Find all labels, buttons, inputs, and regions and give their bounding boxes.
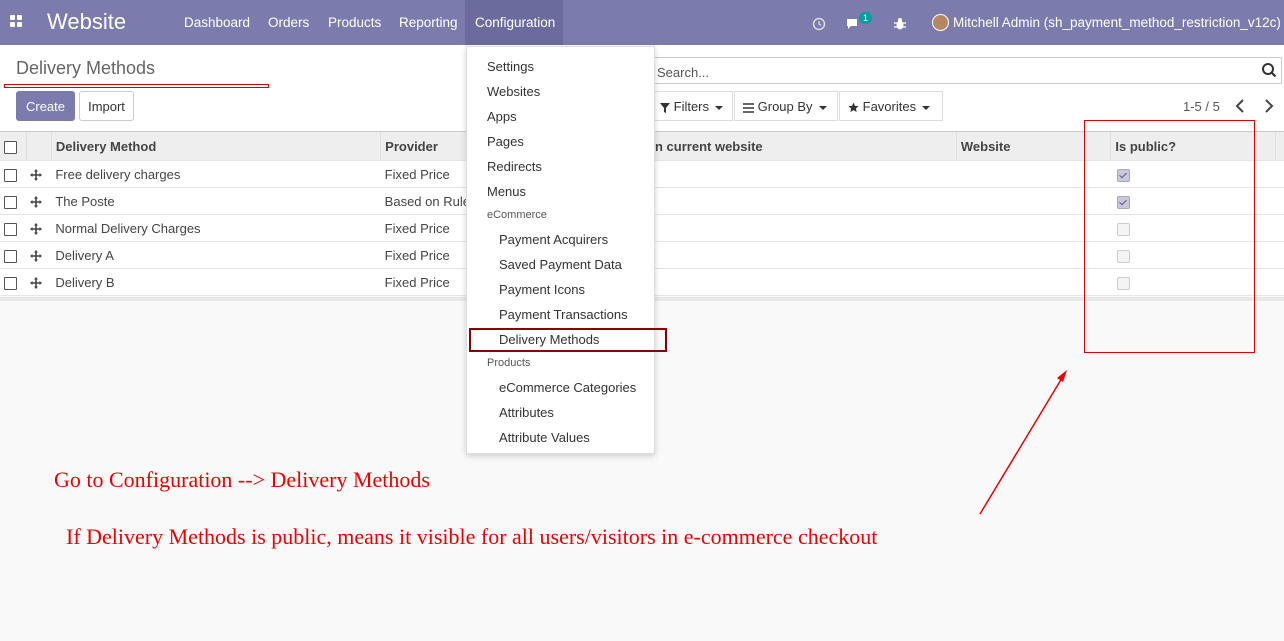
drag-handle[interactable] bbox=[26, 187, 52, 215]
row-select-cell[interactable] bbox=[0, 241, 27, 269]
drag-handle[interactable] bbox=[26, 214, 52, 242]
column-delivery-method[interactable]: Delivery Method bbox=[51, 132, 382, 161]
filter-icon bbox=[660, 102, 670, 113]
menu-attributes[interactable]: Attributes bbox=[499, 405, 554, 420]
drag-handle-icon[interactable] bbox=[30, 223, 43, 236]
annotation-arrow-icon bbox=[979, 370, 1067, 515]
row-select-cell[interactable] bbox=[0, 187, 27, 215]
row-select-cell[interactable] bbox=[0, 268, 27, 296]
chat-badge: 1 bbox=[859, 12, 873, 24]
list-icon bbox=[743, 102, 754, 113]
search-input[interactable] bbox=[655, 61, 1249, 83]
create-button[interactable]: Create bbox=[16, 91, 75, 121]
menu-websites[interactable]: Websites bbox=[487, 84, 540, 99]
menu-section-ecommerce: eCommerce bbox=[487, 209, 547, 221]
menu-dashboard[interactable]: Dashboard bbox=[174, 0, 260, 45]
groupby-button[interactable]: Group By bbox=[734, 91, 838, 121]
is-public-highlight bbox=[1084, 120, 1255, 353]
row-delivery-method[interactable]: Normal Delivery Charges bbox=[51, 214, 381, 242]
menu-payment-acquirers[interactable]: Payment Acquirers bbox=[499, 232, 608, 247]
menu-orders[interactable]: Orders bbox=[258, 0, 319, 45]
apps-grid-icon[interactable] bbox=[10, 15, 23, 28]
page-title: Delivery Methods bbox=[16, 58, 156, 78]
menu-products[interactable]: Products bbox=[318, 0, 391, 45]
annotation-note: If Delivery Methods is public, means it … bbox=[66, 524, 878, 549]
row-checkbox[interactable] bbox=[4, 168, 17, 182]
import-button[interactable]: Import bbox=[79, 91, 134, 121]
star-icon bbox=[848, 102, 859, 113]
drag-handle[interactable] bbox=[26, 160, 52, 188]
row-delivery-method[interactable]: The Poste bbox=[51, 187, 381, 215]
title-underline-annotation bbox=[4, 84, 269, 88]
pager-value[interactable]: 1-5 / 5 bbox=[1183, 99, 1220, 114]
groupby-label: Group By bbox=[757, 99, 813, 114]
row-delivery-method[interactable]: Delivery B bbox=[51, 268, 381, 296]
row-delivery-method[interactable]: Delivery A bbox=[51, 241, 381, 269]
row-checkbox[interactable] bbox=[4, 249, 17, 263]
bug-icon[interactable] bbox=[893, 0, 907, 45]
menu-payment-transactions[interactable]: Payment Transactions bbox=[499, 307, 628, 322]
select-all-checkbox[interactable] bbox=[4, 140, 17, 154]
menu-redirects[interactable]: Redirects bbox=[487, 159, 542, 174]
favorites-button[interactable]: Favorites bbox=[839, 91, 943, 121]
select-all-cell[interactable] bbox=[0, 132, 27, 161]
user-menu[interactable]: Mitchell Admin (sh_payment_method_restri… bbox=[953, 0, 1281, 45]
drag-handle-icon[interactable] bbox=[30, 169, 43, 182]
pager-previous-icon[interactable] bbox=[1233, 96, 1249, 116]
handle-header bbox=[26, 132, 52, 161]
row-select-cell[interactable] bbox=[0, 160, 27, 188]
search-icon[interactable] bbox=[1261, 62, 1277, 78]
menu-settings[interactable]: Settings bbox=[487, 59, 534, 74]
row-select-cell[interactable] bbox=[0, 214, 27, 242]
menu-ecommerce-categories[interactable]: eCommerce Categories bbox=[499, 380, 636, 395]
filters-button[interactable]: Filters bbox=[651, 91, 733, 121]
menu-reporting[interactable]: Reporting bbox=[389, 0, 468, 45]
row-checkbox[interactable] bbox=[4, 276, 17, 290]
menu-section-products: Products bbox=[487, 357, 531, 369]
user-avatar[interactable] bbox=[932, 14, 949, 31]
menu-attribute-values[interactable]: Attribute Values bbox=[499, 430, 590, 445]
menu-saved-payment-data[interactable]: Saved Payment Data bbox=[499, 257, 622, 272]
delivery-methods-highlight bbox=[469, 328, 667, 352]
drag-handle-icon[interactable] bbox=[30, 277, 43, 290]
configuration-dropdown: Settings Websites Apps Pages Redirects M… bbox=[466, 46, 655, 454]
search-box bbox=[650, 57, 1282, 84]
drag-handle-icon[interactable] bbox=[30, 196, 43, 209]
drag-handle[interactable] bbox=[26, 241, 52, 269]
annotation-step: Go to Configuration --> Delivery Methods bbox=[54, 467, 430, 492]
drag-handle[interactable] bbox=[26, 268, 52, 296]
menu-payment-icons[interactable]: Payment Icons bbox=[499, 282, 585, 297]
menu-configuration[interactable]: Configuration bbox=[465, 0, 563, 45]
menu-pages[interactable]: Pages bbox=[487, 134, 524, 149]
row-delivery-method[interactable]: Free delivery charges bbox=[51, 160, 381, 188]
clock-icon[interactable] bbox=[812, 0, 826, 45]
chat-icon[interactable]: 1 bbox=[845, 0, 873, 45]
menu-apps[interactable]: Apps bbox=[487, 109, 517, 124]
filters-label: Filters bbox=[673, 99, 710, 114]
row-checkbox[interactable] bbox=[4, 195, 17, 209]
column-on-current-website[interactable]: n current website bbox=[655, 139, 763, 154]
app-brand: Website bbox=[47, 9, 127, 34]
top-navbar: Website Dashboard Orders Products Report… bbox=[0, 0, 1284, 45]
drag-handle-icon[interactable] bbox=[30, 250, 43, 263]
table-header-filler bbox=[1275, 132, 1284, 161]
pager-next-icon[interactable] bbox=[1260, 96, 1276, 116]
menu-menus[interactable]: Menus bbox=[487, 184, 526, 199]
favorites-label: Favorites bbox=[862, 99, 917, 114]
row-checkbox[interactable] bbox=[4, 222, 17, 236]
